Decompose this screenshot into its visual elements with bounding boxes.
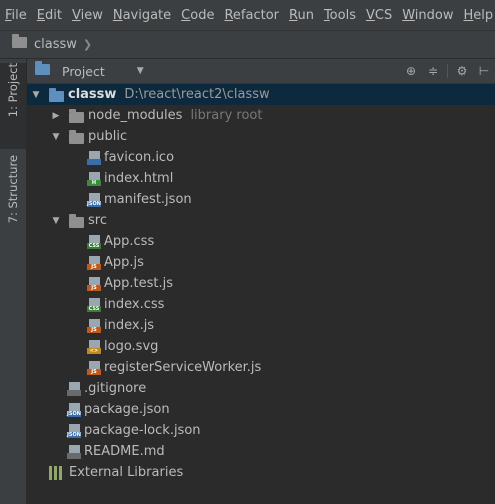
file-name: App.test.js (104, 276, 174, 291)
js-file-icon: JS (87, 256, 101, 270)
navigation-bar: classw ❯ (0, 31, 495, 59)
tab-structure[interactable]: 7: Structure (0, 155, 26, 235)
folder-icon (69, 108, 84, 123)
gear-icon[interactable]: ⚙ (451, 64, 473, 78)
tree-item-file[interactable]: H index.html (27, 168, 495, 189)
tree-item-file[interactable]: .gitignore (27, 378, 495, 399)
folder-name: public (88, 129, 128, 144)
html-file-icon: H (87, 172, 101, 186)
menu-file[interactable]: File (0, 8, 32, 23)
json-file-icon: JSON (67, 403, 81, 417)
js-file-icon: JS (87, 319, 101, 333)
ico-file-icon (87, 151, 101, 165)
tree-item-file[interactable]: JS App.test.js (27, 273, 495, 294)
tree-item-root[interactable]: ▼ classw D:\react\react2\classw (27, 84, 495, 105)
menu-tools[interactable]: Tools (319, 8, 361, 23)
folder-name: src (88, 213, 107, 228)
file-name: favicon.ico (104, 150, 175, 165)
svg-file-icon: <> (87, 340, 101, 354)
tree-item-file[interactable]: CSS index.css (27, 294, 495, 315)
scroll-from-source-icon[interactable]: ⊕ (400, 64, 422, 78)
tree-item-file[interactable]: JSON package-lock.json (27, 420, 495, 441)
menu-view[interactable]: View (67, 8, 108, 23)
tree-item-file[interactable]: JS index.js (27, 315, 495, 336)
folder-icon (69, 129, 84, 144)
divider (447, 64, 448, 78)
tree-item-file[interactable]: favicon.ico (27, 147, 495, 168)
hide-icon[interactable]: ⊢ (473, 64, 495, 78)
collapsed-arrow-icon[interactable]: ▶ (49, 111, 63, 121)
menu-refactor[interactable]: Refactor (219, 8, 284, 23)
tree-item-src[interactable]: ▼ src (27, 210, 495, 231)
folder-icon (49, 87, 64, 102)
gitignore-file-icon (67, 382, 81, 396)
css-file-icon: CSS (87, 235, 101, 249)
file-name: index.js (104, 318, 155, 333)
json-file-icon: JSON (87, 193, 101, 207)
left-tool-strip: 1: Project 7: Structure (0, 59, 27, 504)
project-view-selector[interactable]: Project (62, 64, 105, 79)
tree-item-public[interactable]: ▼ public (27, 126, 495, 147)
collapse-all-icon[interactable]: ≑ (422, 64, 444, 78)
tab-project[interactable]: 1: Project (0, 63, 26, 149)
library-root-hint: library root (190, 108, 263, 123)
tab-structure-label: 7: Structure (6, 155, 20, 224)
tree-item-file[interactable]: JS registerServiceWorker.js (27, 357, 495, 378)
file-name: package-lock.json (84, 423, 201, 438)
tree-item-file[interactable]: README.md (27, 441, 495, 462)
js-file-icon: JS (87, 361, 101, 375)
project-toolwindow-header: Project ▼ ⊕ ≑ ⚙ ⊢ (27, 59, 495, 84)
file-name: registerServiceWorker.js (104, 360, 262, 375)
library-icon (49, 466, 65, 480)
file-name: index.html (104, 171, 174, 186)
project-view-icon (35, 61, 51, 79)
menu-run[interactable]: Run (284, 8, 319, 23)
menu-edit[interactable]: Edit (32, 8, 67, 23)
tree-item-file[interactable]: JSON package.json (27, 399, 495, 420)
file-name: App.js (104, 255, 144, 270)
tree-item-file[interactable]: JSON manifest.json (27, 189, 495, 210)
tree-item-file[interactable]: JS App.js (27, 252, 495, 273)
tree-item-file[interactable]: <> logo.svg (27, 336, 495, 357)
markdown-file-icon (67, 445, 81, 459)
json-file-icon: JSON (67, 424, 81, 438)
expanded-arrow-icon[interactable]: ▼ (49, 216, 63, 226)
folder-icon (12, 33, 28, 53)
tree-item-node-modules[interactable]: ▶ node_modules library root (27, 105, 495, 126)
folder-icon (69, 213, 84, 228)
toolwindow-actions: ⊕ ≑ ⚙ ⊢ (400, 59, 495, 83)
menu-code[interactable]: Code (176, 8, 219, 23)
expanded-arrow-icon[interactable]: ▼ (29, 90, 43, 100)
file-name: manifest.json (104, 192, 192, 207)
menu-bar: File Edit View Navigate Code Refactor Ru… (0, 0, 495, 31)
file-name: logo.svg (104, 339, 159, 354)
file-name: index.css (104, 297, 165, 312)
root-folder-name: classw (68, 87, 117, 102)
file-name: App.css (104, 234, 155, 249)
breadcrumb-project[interactable]: classw (34, 37, 77, 52)
expanded-arrow-icon[interactable]: ▼ (49, 132, 63, 142)
tree-item-external-libraries[interactable]: External Libraries (27, 462, 495, 483)
js-file-icon: JS (87, 277, 101, 291)
tab-project-label: 1: Project (6, 63, 20, 118)
chevron-right-icon: ❯ (82, 38, 93, 51)
menu-window[interactable]: Window (397, 8, 458, 23)
folder-name: node_modules (88, 108, 183, 123)
file-name: README.md (84, 444, 165, 459)
menu-navigate[interactable]: Navigate (108, 8, 176, 23)
file-name: package.json (84, 402, 170, 417)
tree-item-file[interactable]: CSS App.css (27, 231, 495, 252)
menu-help[interactable]: Help (459, 8, 495, 23)
project-tree: ▼ classw D:\react\react2\classw ▶ node_m… (27, 84, 495, 504)
root-folder-path: D:\react\react2\classw (124, 87, 270, 102)
menu-vcs[interactable]: VCS (361, 8, 397, 23)
chevron-down-icon[interactable]: ▼ (137, 66, 144, 76)
css-file-icon: CSS (87, 298, 101, 312)
external-libraries-label: External Libraries (69, 465, 184, 480)
file-name: .gitignore (84, 381, 147, 396)
